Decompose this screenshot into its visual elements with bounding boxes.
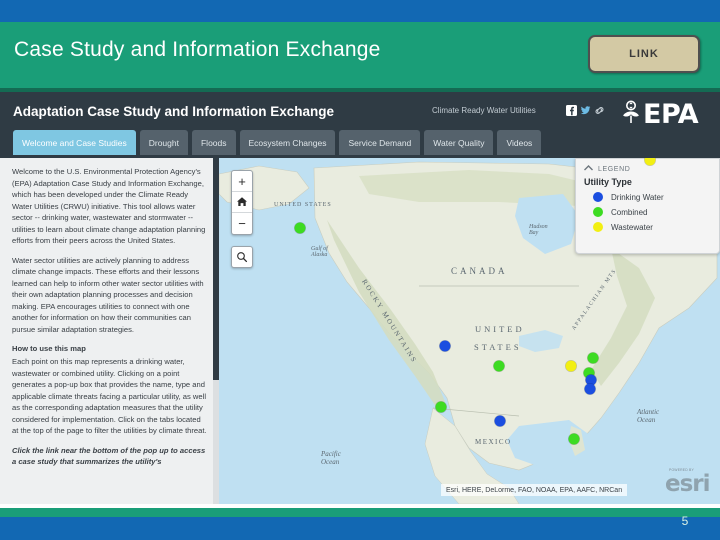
tab-drought[interactable]: Drought xyxy=(139,130,188,155)
tab-videos[interactable]: Videos xyxy=(497,130,542,155)
utility-map[interactable]: UNITED STATES Gulf of Alaska Hudson Bay CA… xyxy=(219,158,720,504)
tab-water-quality[interactable]: Water Quality xyxy=(424,130,494,155)
link-button[interactable]: LINK xyxy=(588,35,700,73)
legend-title: Utility Type xyxy=(584,177,632,187)
facebook-icon[interactable] xyxy=(566,105,577,116)
map-marker-drinking-water[interactable] xyxy=(494,415,506,427)
map-attribution: Esri, HERE, DeLorme, FAO, NOAA, EPA, AAF… xyxy=(441,484,628,496)
legend-item-wastewater: Wastewater xyxy=(584,222,711,232)
legend-item-drinking-water: Drinking Water xyxy=(584,192,711,202)
sidebar-paragraph-instructions: Each point on this map represents a drin… xyxy=(12,356,207,436)
program-label: Climate Ready Water Utilities xyxy=(432,106,536,115)
legend-label-drinking-water: Drinking Water xyxy=(611,192,664,202)
zoom-out-button[interactable]: − xyxy=(232,213,252,234)
esri-logo: esri xyxy=(665,471,711,497)
map-marker-combined[interactable] xyxy=(587,352,599,364)
tab-ecosystem-changes[interactable]: Ecosystem Changes xyxy=(239,130,336,155)
presentation-slide: Case Study and Information Exchange LINK… xyxy=(0,0,720,540)
legend-item-combined: Combined xyxy=(584,207,711,217)
legend-header[interactable]: LEGEND xyxy=(584,165,711,173)
info-sidebar: Welcome to the U.S. Environmental Protec… xyxy=(0,158,219,504)
map-marker-drinking-water[interactable] xyxy=(439,340,451,352)
slide-page-number: 5 xyxy=(681,514,689,528)
slide-top-accent-bar xyxy=(0,0,720,22)
twitter-icon[interactable] xyxy=(580,105,591,116)
map-zoom-controls[interactable]: + − xyxy=(231,170,253,235)
link-icon[interactable] xyxy=(594,105,605,116)
tab-floods[interactable]: Floods xyxy=(191,130,236,155)
legend-swatch-drinking-water xyxy=(593,192,603,202)
home-icon[interactable] xyxy=(232,192,252,213)
slide-footer-green-bar xyxy=(0,508,720,517)
sidebar-paragraph-welcome: Welcome to the U.S. Environmental Protec… xyxy=(12,167,206,246)
tab-service-demand[interactable]: Service Demand xyxy=(339,130,421,155)
map-marker-combined[interactable] xyxy=(294,222,306,234)
search-icon[interactable] xyxy=(231,246,253,268)
slide-title: Case Study and Information Exchange xyxy=(14,38,381,61)
app-header: Adaptation Case Study and Information Ex… xyxy=(0,92,720,158)
map-marker-combined[interactable] xyxy=(435,401,447,413)
legend-label-wastewater: Wastewater xyxy=(611,222,653,232)
svg-text:EPA: EPA xyxy=(643,99,699,128)
sidebar-heading-how-to-use: How to use this map xyxy=(12,344,86,354)
map-legend[interactable]: LEGEND Utility Type Drinking Water Combi… xyxy=(575,158,720,254)
tab-bar[interactable]: Welcome and Case Studies Drought Floods … xyxy=(13,130,542,155)
map-marker-drinking-water[interactable] xyxy=(584,383,596,395)
map-marker-combined[interactable] xyxy=(568,433,580,445)
legend-label-combined: Combined xyxy=(611,207,648,217)
sidebar-paragraph-case-study-note: Click the link near the bottom of the po… xyxy=(12,445,206,467)
legend-swatch-wastewater xyxy=(593,222,603,232)
legend-header-label: LEGEND xyxy=(598,165,631,173)
sidebar-paragraph-planning: Water sector utilities are actively plan… xyxy=(12,255,204,334)
tab-welcome-and-case-studies[interactable]: Welcome and Case Studies xyxy=(13,130,136,155)
chevron-up-icon xyxy=(584,165,593,173)
zoom-in-button[interactable]: + xyxy=(232,171,252,192)
app-title: Adaptation Case Study and Information Ex… xyxy=(13,104,335,119)
legend-swatch-combined xyxy=(593,207,603,217)
slide-footer-blue-bar xyxy=(0,517,720,540)
map-marker-wastewater[interactable] xyxy=(565,360,577,372)
map-marker-combined[interactable] xyxy=(493,360,505,372)
embedded-web-app-screenshot: Adaptation Case Study and Information Ex… xyxy=(0,92,720,504)
epa-logo: EPA xyxy=(617,98,713,130)
